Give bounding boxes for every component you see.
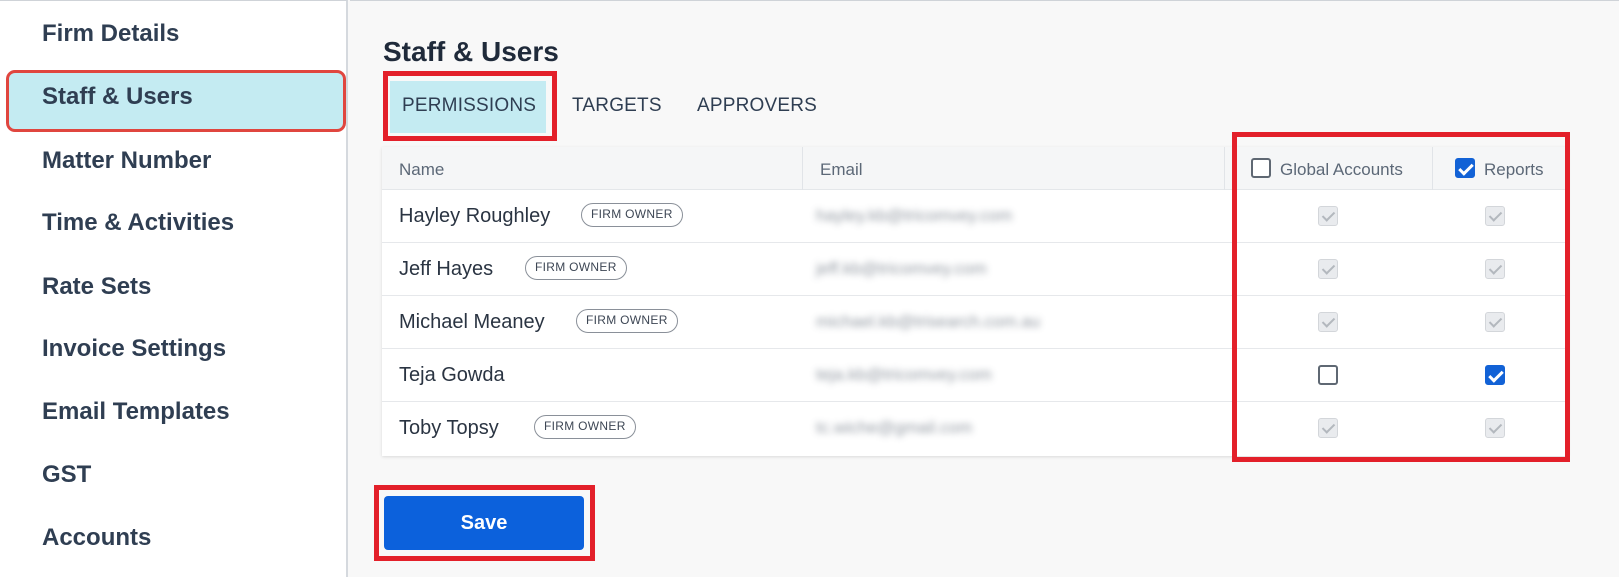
app-root: Firm Details Staff & Users Matter Number…: [0, 0, 1619, 577]
user-email: hayley.kb@tricomvey.com: [816, 206, 1013, 225]
column-divider: [802, 147, 803, 190]
sidebar-item-time-activities[interactable]: Time & Activities: [42, 209, 234, 237]
tab-approvers[interactable]: APPROVERS: [697, 95, 817, 117]
tab-targets[interactable]: TARGETS: [572, 95, 662, 117]
save-button[interactable]: Save: [384, 496, 584, 550]
user-email: teja.kb@tricomvey.com: [816, 365, 992, 384]
firm-owner-badge: FIRM OWNER: [525, 256, 627, 280]
column-header-name: Name: [399, 160, 445, 179]
sidebar-item-gst[interactable]: GST: [42, 461, 91, 489]
sidebar-item-invoice-settings[interactable]: Invoice Settings: [42, 335, 226, 363]
firm-owner-badge: FIRM OWNER: [576, 309, 678, 333]
user-name: Jeff Hayes: [399, 258, 494, 280]
sidebar-item-firm-details[interactable]: Firm Details: [42, 20, 179, 48]
user-name: Teja Gowda: [399, 364, 505, 386]
column-header-email: Email: [820, 160, 863, 179]
tab-permissions[interactable]: PERMISSIONS: [402, 95, 536, 117]
user-email: tc.wiche@gmail.com: [816, 418, 973, 437]
sidebar-item-rate-sets[interactable]: Rate Sets: [42, 273, 151, 301]
sidebar-item-matter-number[interactable]: Matter Number: [42, 147, 211, 175]
checkbox-columns-highlight-box: [1232, 132, 1570, 462]
sidebar-item-email-templates[interactable]: Email Templates: [42, 398, 230, 426]
user-name: Toby Topsy: [399, 417, 499, 439]
firm-owner-badge: FIRM OWNER: [581, 203, 683, 227]
column-divider: [1224, 147, 1225, 190]
user-email: jeff.kb@tricomvey.com: [816, 259, 987, 278]
firm-owner-badge: FIRM OWNER: [534, 415, 636, 439]
sidebar-item-accounts[interactable]: Accounts: [42, 524, 151, 552]
page-title: Staff & Users: [383, 36, 559, 67]
sidebar-item-staff-users[interactable]: Staff & Users: [42, 83, 193, 111]
user-name: Hayley Roughley: [399, 205, 551, 227]
sidebar: Firm Details Staff & Users Matter Number…: [0, 0, 348, 577]
user-name: Michael Meaney: [399, 311, 545, 333]
user-email: michael.kb@trisearch.com.au: [816, 312, 1041, 331]
